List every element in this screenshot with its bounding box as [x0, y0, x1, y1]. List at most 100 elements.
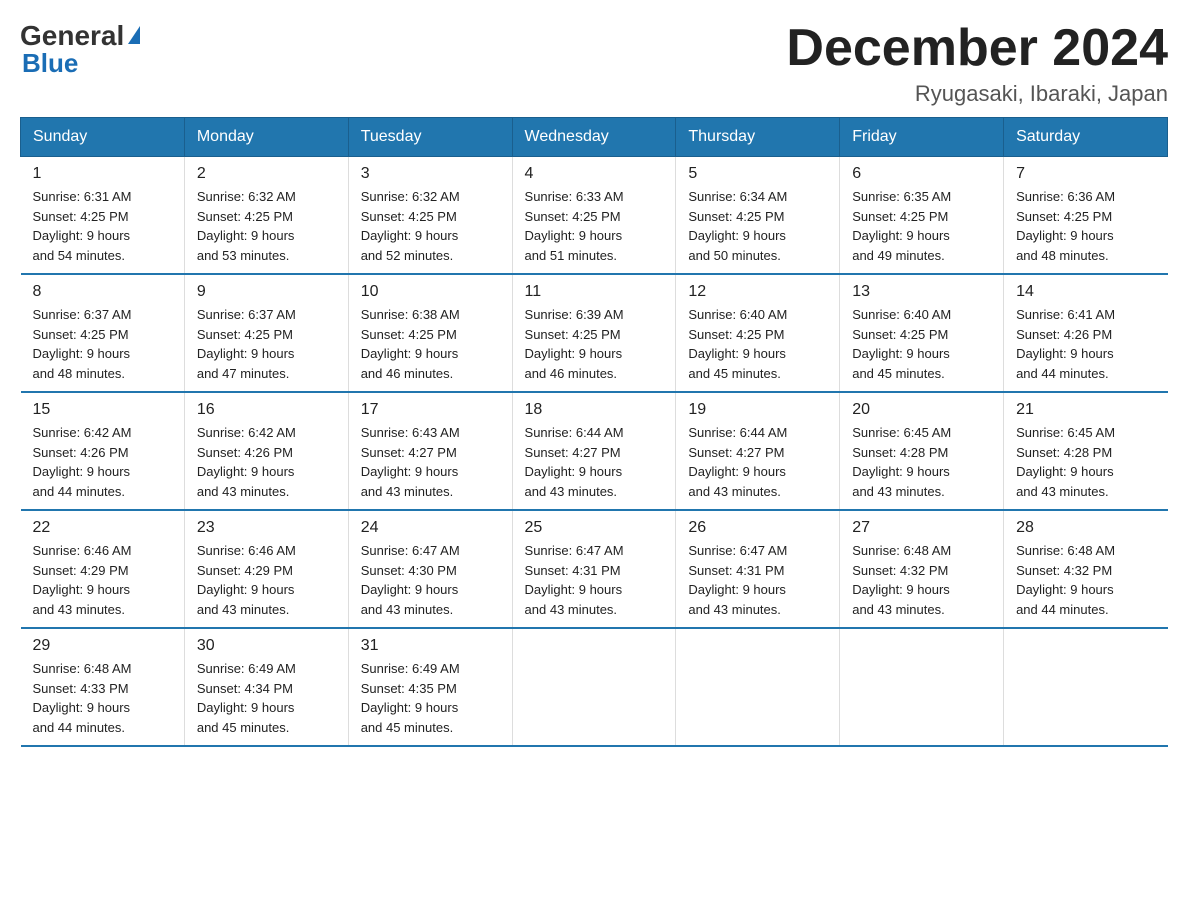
- day-info: Sunrise: 6:47 AMSunset: 4:30 PMDaylight:…: [361, 541, 500, 619]
- day-number: 6: [852, 165, 991, 183]
- day-info: Sunrise: 6:38 AMSunset: 4:25 PMDaylight:…: [361, 305, 500, 383]
- day-info: Sunrise: 6:40 AMSunset: 4:25 PMDaylight:…: [852, 305, 991, 383]
- table-row: 3 Sunrise: 6:32 AMSunset: 4:25 PMDaylight…: [348, 157, 512, 275]
- day-info: Sunrise: 6:46 AMSunset: 4:29 PMDaylight:…: [197, 541, 336, 619]
- day-number: 14: [1016, 283, 1155, 301]
- day-number: 1: [33, 165, 172, 183]
- calendar-week-row: 29 Sunrise: 6:48 AMSunset: 4:33 PMDayligh…: [21, 628, 1168, 746]
- day-number: 20: [852, 401, 991, 419]
- table-row: 11Sunrise: 6:39 AMSunset: 4:25 PMDayligh…: [512, 274, 676, 392]
- table-row: 9 Sunrise: 6:37 AMSunset: 4:25 PMDaylight…: [184, 274, 348, 392]
- day-number: 18: [525, 401, 664, 419]
- weekday-header-row: Sunday Monday Tuesday Wednesday Thursday…: [21, 118, 1168, 157]
- day-number: 29: [33, 637, 172, 655]
- table-row: 14 Sunrise: 6:41 AMSunset: 4:26 PMDayligh…: [1004, 274, 1168, 392]
- day-info: Sunrise: 6:35 AMSunset: 4:25 PMDaylight:…: [852, 187, 991, 265]
- month-year-title: December 2024: [786, 20, 1168, 77]
- day-info: Sunrise: 6:45 AMSunset: 4:28 PMDaylight:…: [852, 423, 991, 501]
- title-block: December 2024 Ryugasaki, Ibaraki, Japan: [786, 20, 1168, 107]
- day-info: Sunrise: 6:45 AMSunset: 4:28 PMDaylight:…: [1016, 423, 1155, 501]
- day-info: Sunrise: 6:40 AMSunset: 4:25 PMDaylight:…: [688, 305, 827, 383]
- day-number: 25: [525, 519, 664, 537]
- day-info: Sunrise: 6:41 AMSunset: 4:26 PMDaylight:…: [1016, 305, 1155, 383]
- logo: General Blue: [20, 20, 140, 79]
- table-row: 25Sunrise: 6:47 AMSunset: 4:31 PMDayligh…: [512, 510, 676, 628]
- day-info: Sunrise: 6:33 AMSunset: 4:25 PMDaylight:…: [525, 187, 664, 265]
- page-header: General Blue December 2024 Ryugasaki, Ib…: [20, 20, 1168, 107]
- table-row: 6 Sunrise: 6:35 AMSunset: 4:25 PMDaylight…: [840, 157, 1004, 275]
- day-number: 3: [361, 165, 500, 183]
- day-number: 13: [852, 283, 991, 301]
- table-row: 13 Sunrise: 6:40 AMSunset: 4:25 PMDayligh…: [840, 274, 1004, 392]
- day-info: Sunrise: 6:32 AMSunset: 4:25 PMDaylight:…: [361, 187, 500, 265]
- table-row: 4 Sunrise: 6:33 AMSunset: 4:25 PMDaylight…: [512, 157, 676, 275]
- day-info: Sunrise: 6:44 AMSunset: 4:27 PMDaylight:…: [525, 423, 664, 501]
- day-number: 16: [197, 401, 336, 419]
- day-number: 9: [197, 283, 336, 301]
- day-info: Sunrise: 6:48 AMSunset: 4:32 PMDaylight:…: [1016, 541, 1155, 619]
- table-row: 16 Sunrise: 6:42 AMSunset: 4:26 PMDayligh…: [184, 392, 348, 510]
- day-number: 24: [361, 519, 500, 537]
- day-info: Sunrise: 6:34 AMSunset: 4:25 PMDaylight:…: [688, 187, 827, 265]
- table-row: 23 Sunrise: 6:46 AMSunset: 4:29 PMDayligh…: [184, 510, 348, 628]
- day-number: 23: [197, 519, 336, 537]
- day-number: 4: [525, 165, 664, 183]
- day-info: Sunrise: 6:37 AMSunset: 4:25 PMDaylight:…: [197, 305, 336, 383]
- day-info: Sunrise: 6:39 AMSunset: 4:25 PMDaylight:…: [525, 305, 664, 383]
- calendar-week-row: 15 Sunrise: 6:42 AMSunset: 4:26 PMDayligh…: [21, 392, 1168, 510]
- day-info: Sunrise: 6:49 AMSunset: 4:34 PMDaylight:…: [197, 659, 336, 737]
- day-number: 30: [197, 637, 336, 655]
- table-row: [1004, 628, 1168, 746]
- table-row: 1 Sunrise: 6:31 AMSunset: 4:25 PMDaylight…: [21, 157, 185, 275]
- day-number: 19: [688, 401, 827, 419]
- day-info: Sunrise: 6:31 AMSunset: 4:25 PMDaylight:…: [33, 187, 172, 265]
- day-info: Sunrise: 6:48 AMSunset: 4:32 PMDaylight:…: [852, 541, 991, 619]
- day-number: 28: [1016, 519, 1155, 537]
- header-monday: Monday: [184, 118, 348, 157]
- day-number: 7: [1016, 165, 1155, 183]
- table-row: 31Sunrise: 6:49 AMSunset: 4:35 PMDayligh…: [348, 628, 512, 746]
- table-row: 10 Sunrise: 6:38 AMSunset: 4:25 PMDayligh…: [348, 274, 512, 392]
- header-tuesday: Tuesday: [348, 118, 512, 157]
- header-wednesday: Wednesday: [512, 118, 676, 157]
- day-info: Sunrise: 6:46 AMSunset: 4:29 PMDaylight:…: [33, 541, 172, 619]
- day-number: 5: [688, 165, 827, 183]
- table-row: 20 Sunrise: 6:45 AMSunset: 4:28 PMDayligh…: [840, 392, 1004, 510]
- logo-arrow-icon: [128, 26, 140, 44]
- table-row: 26 Sunrise: 6:47 AMSunset: 4:31 PMDayligh…: [676, 510, 840, 628]
- table-row: 19 Sunrise: 6:44 AMSunset: 4:27 PMDayligh…: [676, 392, 840, 510]
- day-info: Sunrise: 6:48 AMSunset: 4:33 PMDaylight:…: [33, 659, 172, 737]
- table-row: [512, 628, 676, 746]
- table-row: 5 Sunrise: 6:34 AMSunset: 4:25 PMDaylight…: [676, 157, 840, 275]
- table-row: 21Sunrise: 6:45 AMSunset: 4:28 PMDayligh…: [1004, 392, 1168, 510]
- day-number: 22: [33, 519, 172, 537]
- table-row: 17Sunrise: 6:43 AMSunset: 4:27 PMDayligh…: [348, 392, 512, 510]
- day-number: 8: [33, 283, 172, 301]
- day-info: Sunrise: 6:42 AMSunset: 4:26 PMDaylight:…: [33, 423, 172, 501]
- calendar-table: Sunday Monday Tuesday Wednesday Thursday…: [20, 117, 1168, 747]
- day-info: Sunrise: 6:37 AMSunset: 4:25 PMDaylight:…: [33, 305, 172, 383]
- day-info: Sunrise: 6:42 AMSunset: 4:26 PMDaylight:…: [197, 423, 336, 501]
- table-row: 2Sunrise: 6:32 AMSunset: 4:25 PMDaylight…: [184, 157, 348, 275]
- table-row: 12Sunrise: 6:40 AMSunset: 4:25 PMDayligh…: [676, 274, 840, 392]
- day-info: Sunrise: 6:44 AMSunset: 4:27 PMDaylight:…: [688, 423, 827, 501]
- table-row: 15 Sunrise: 6:42 AMSunset: 4:26 PMDayligh…: [21, 392, 185, 510]
- day-number: 31: [361, 637, 500, 655]
- day-info: Sunrise: 6:36 AMSunset: 4:25 PMDaylight:…: [1016, 187, 1155, 265]
- table-row: 8 Sunrise: 6:37 AMSunset: 4:25 PMDaylight…: [21, 274, 185, 392]
- table-row: 7 Sunrise: 6:36 AMSunset: 4:25 PMDaylight…: [1004, 157, 1168, 275]
- logo-blue-text: Blue: [22, 48, 78, 79]
- day-number: 26: [688, 519, 827, 537]
- table-row: 27 Sunrise: 6:48 AMSunset: 4:32 PMDayligh…: [840, 510, 1004, 628]
- table-row: 18 Sunrise: 6:44 AMSunset: 4:27 PMDayligh…: [512, 392, 676, 510]
- day-number: 17: [361, 401, 500, 419]
- table-row: 28 Sunrise: 6:48 AMSunset: 4:32 PMDayligh…: [1004, 510, 1168, 628]
- day-number: 10: [361, 283, 500, 301]
- day-number: 15: [33, 401, 172, 419]
- table-row: [840, 628, 1004, 746]
- header-thursday: Thursday: [676, 118, 840, 157]
- day-number: 27: [852, 519, 991, 537]
- calendar-week-row: 1 Sunrise: 6:31 AMSunset: 4:25 PMDaylight…: [21, 157, 1168, 275]
- calendar-week-row: 8 Sunrise: 6:37 AMSunset: 4:25 PMDaylight…: [21, 274, 1168, 392]
- day-info: Sunrise: 6:47 AMSunset: 4:31 PMDaylight:…: [688, 541, 827, 619]
